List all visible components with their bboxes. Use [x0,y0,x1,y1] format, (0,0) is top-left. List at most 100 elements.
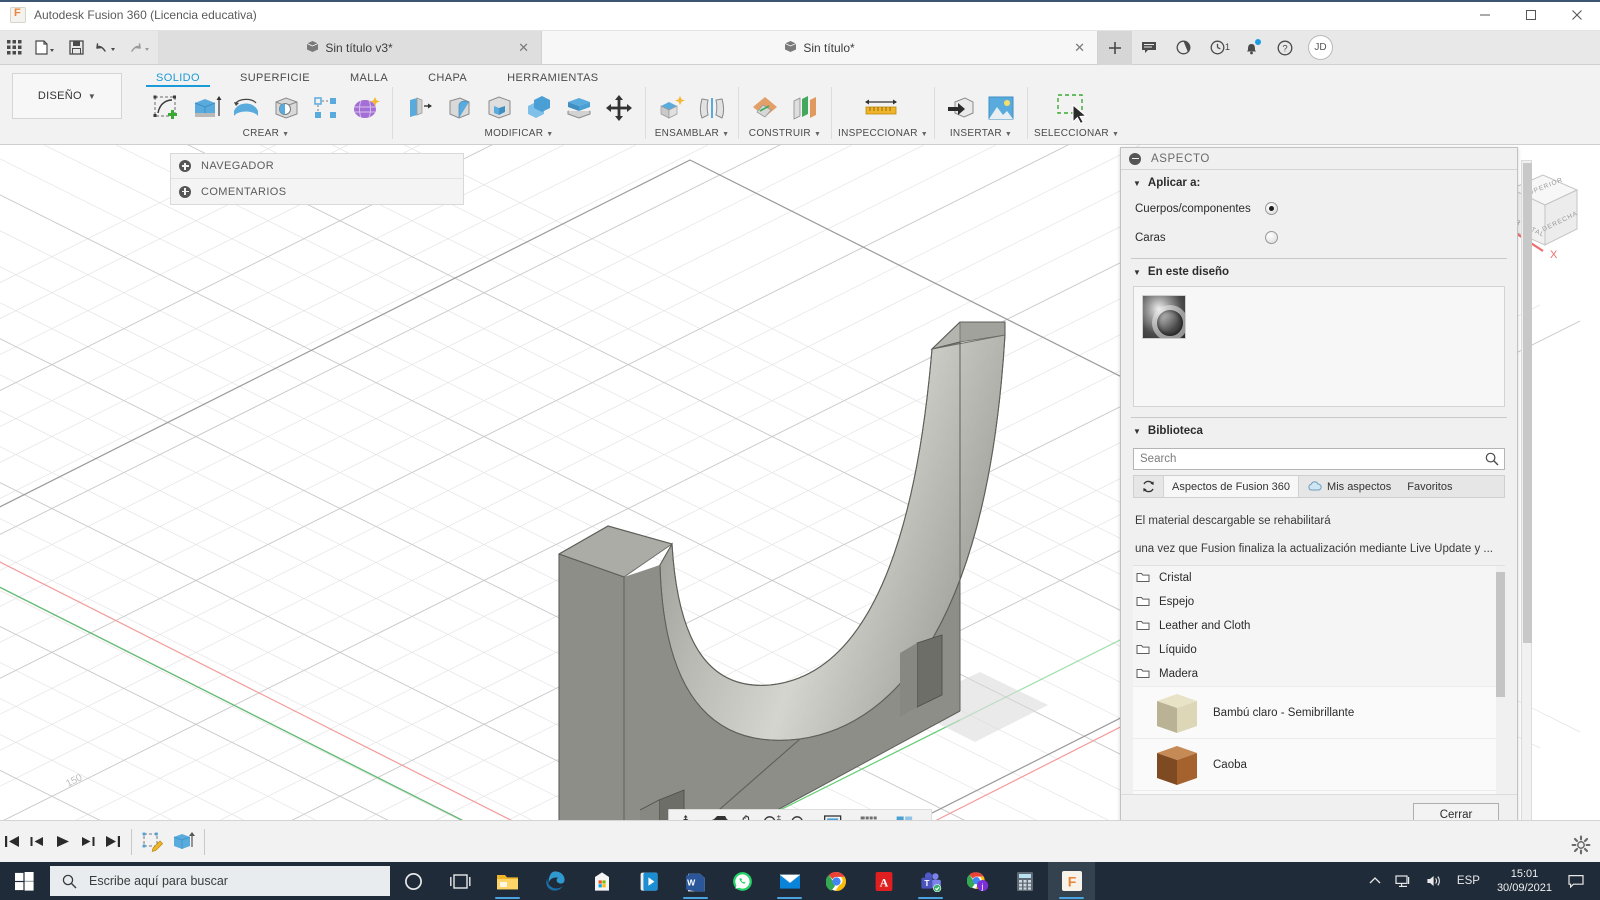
measure-icon[interactable] [861,89,901,127]
fillet-icon[interactable] [439,89,479,127]
document-tab-1-close[interactable]: ✕ [518,40,529,56]
library-tab-mis-aspectos[interactable]: Mis aspectos [1299,476,1399,497]
edge-icon[interactable] [531,862,578,900]
volume-icon[interactable] [1419,874,1450,888]
maximize-button[interactable] [1508,0,1554,31]
library-search-input[interactable] [1133,448,1505,470]
calculator-icon[interactable] [1001,862,1048,900]
appearance-swatch-chrome[interactable] [1142,295,1186,339]
combine-icon[interactable] [519,89,559,127]
apply-to-faces-row[interactable]: Caras [1121,223,1517,252]
joint-icon[interactable] [692,89,732,127]
chrome-profile-icon[interactable]: j [954,862,1001,900]
search-icon[interactable] [1485,452,1499,471]
apply-to-bodies-row[interactable]: Cuerpos/componentes [1121,194,1517,223]
ribbon-group-seleccionar-label[interactable]: SELECCIONAR▼ [1034,128,1119,139]
panel-scrollbar[interactable] [1521,160,1532,822]
library-folder-liquido[interactable]: Líquido [1133,638,1505,662]
ribbon-group-ensamblar-label[interactable]: ENSAMBLAR▼ [652,128,732,139]
library-tab-fusion360[interactable]: Aspectos de Fusion 360 [1164,476,1299,497]
library-folder-cristal[interactable]: Cristal [1133,566,1505,590]
user-avatar[interactable]: JD [1308,35,1333,60]
data-panel-icon[interactable] [1166,31,1200,65]
close-button[interactable] [1554,0,1600,31]
library-scrollbar[interactable] [1496,566,1505,794]
hole-icon[interactable] [266,89,306,127]
file-explorer-icon[interactable] [484,862,531,900]
taskbar-search-box[interactable]: Escribe aquí para buscar [50,866,390,896]
in-design-section-header[interactable]: ▼ En este diseño [1121,259,1517,283]
panel-scrollbar-thumb[interactable] [1523,163,1532,643]
create-form-icon[interactable] [346,89,386,127]
new-tab-button[interactable] [1098,31,1132,65]
new-component-icon[interactable] [652,89,692,127]
press-pull-icon[interactable] [399,89,439,127]
move-copy-icon[interactable] [599,89,639,127]
new-document-icon[interactable] [28,31,62,64]
library-section-header[interactable]: ▼ Biblioteca [1121,418,1517,442]
library-scrollbar-thumb[interactable] [1496,572,1505,697]
library-folder-madera[interactable]: Madera [1133,662,1505,686]
ribbon-group-crear-label[interactable]: CREAR▼ [146,128,386,139]
microsoft-store-icon[interactable] [578,862,625,900]
movies-tv-icon[interactable] [625,862,672,900]
job-status-icon[interactable]: 1 [1200,31,1234,65]
mail-icon[interactable] [766,862,813,900]
create-sketch-icon[interactable] [146,89,186,127]
shell-icon[interactable] [479,89,519,127]
tray-expand-icon[interactable] [1362,876,1388,886]
expand-plus-icon[interactable] [179,186,191,198]
select-window-icon[interactable] [1054,89,1094,127]
expand-plus-icon[interactable] [179,160,191,172]
taskbar-clock[interactable]: 15:01 30/09/2021 [1487,867,1562,895]
library-refresh-button[interactable] [1134,476,1164,497]
whatsapp-icon[interactable] [719,862,766,900]
library-material-cerezo[interactable]: Cerezo [1133,790,1505,794]
collapse-minus-icon[interactable] [1129,153,1141,165]
revolve-icon[interactable] [226,89,266,127]
cortana-icon[interactable] [390,862,437,900]
fusion360-icon[interactable]: F [1048,862,1095,900]
library-tab-favoritos[interactable]: Favoritos [1399,476,1460,497]
timeline-play[interactable] [50,821,75,863]
browser-item-navegador[interactable]: NAVEGADOR [171,154,463,179]
rectangular-pattern-icon[interactable] [306,89,346,127]
tab-solido[interactable]: SOLIDO [136,72,220,87]
help-icon[interactable]: ? [1268,31,1302,65]
word-icon[interactable]: W [672,862,719,900]
apply-to-bodies-radio[interactable] [1265,202,1278,215]
redo-icon[interactable] [124,31,158,64]
start-button[interactable] [0,862,48,900]
offset-face-icon[interactable] [559,89,599,127]
tab-chapa[interactable]: CHAPA [408,72,487,87]
timeline-go-to-end[interactable] [100,821,125,863]
document-tab-2[interactable]: Sin título* ✕ [542,31,1098,64]
library-folder-espejo[interactable]: Espejo [1133,590,1505,614]
timeline-go-to-beginning[interactable] [0,821,25,863]
insert-canvas-icon[interactable] [981,89,1021,127]
timeline-feature-sketch[interactable] [138,821,168,863]
minimize-button[interactable] [1462,0,1508,31]
language-indicator[interactable]: ESP [1450,875,1487,887]
ribbon-group-modificar-label[interactable]: MODIFICAR▼ [399,128,639,139]
tab-superficie[interactable]: SUPERFICIE [220,72,330,87]
tab-herramientas[interactable]: HERRAMIENTAS [487,72,618,87]
settings-gear-icon[interactable] [1570,834,1592,856]
undo-icon[interactable] [90,31,124,64]
teams-icon[interactable]: T [907,862,954,900]
timeline-step-forward[interactable] [75,821,100,863]
document-tab-2-close[interactable]: ✕ [1074,40,1085,56]
apply-to-section-header[interactable]: ▼ Aplicar a: [1121,170,1517,194]
timeline-feature-extrude[interactable] [168,821,198,863]
tab-malla[interactable]: MALLA [330,72,408,87]
acrobat-reader-icon[interactable]: A [860,862,907,900]
ribbon-group-inspeccionar-label[interactable]: INSPECCIONAR▼ [838,128,928,139]
library-material-caoba[interactable]: Caoba [1133,738,1505,790]
insert-derive-icon[interactable] [941,89,981,127]
document-tab-1[interactable]: Sin título v3* ✕ [158,31,542,64]
timeline-step-back[interactable] [25,821,50,863]
offset-plane-icon[interactable] [745,89,785,127]
browser-item-comentarios[interactable]: COMENTARIOS [171,179,463,204]
notifications-icon[interactable] [1234,31,1268,65]
workspace-selector[interactable]: DISEÑO ▼ [12,73,122,119]
